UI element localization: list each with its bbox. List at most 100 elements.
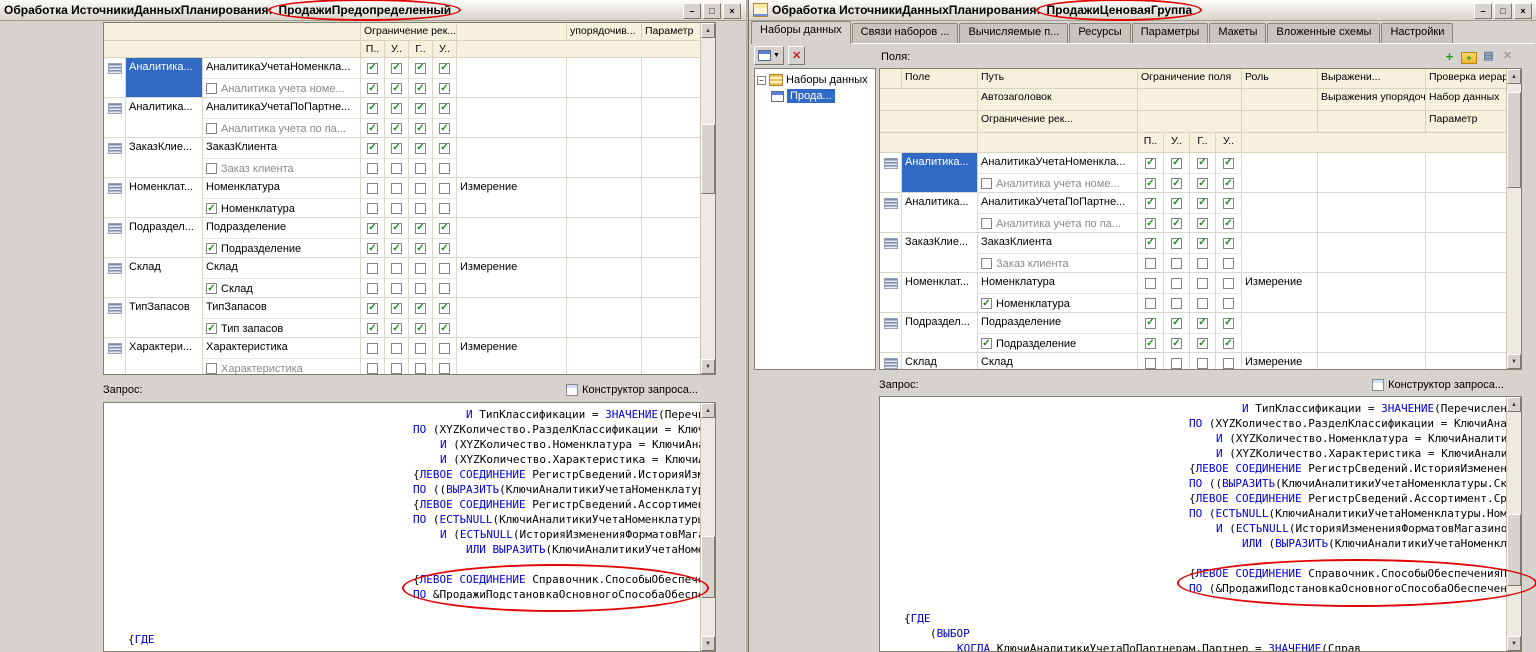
field-restriction-checkbox[interactable]: ✓	[1223, 238, 1234, 249]
field-restriction-checkbox[interactable]: ✓	[439, 223, 450, 234]
field-restriction-checkbox[interactable]	[391, 343, 402, 354]
field-restriction-checkbox[interactable]	[367, 263, 378, 274]
field-name-cell[interactable]: Склад	[126, 258, 203, 297]
tab-4[interactable]: Ресурсы	[1069, 23, 1130, 43]
add-icon[interactable]: +	[1442, 49, 1457, 64]
scroll-down-button[interactable]: ▼	[1507, 636, 1521, 651]
field-restriction-checkbox[interactable]: ✓	[1145, 318, 1156, 329]
field-restriction-checkbox[interactable]	[1223, 358, 1234, 369]
col-header-p[interactable]: П..	[1138, 133, 1164, 153]
attr-restriction-checkbox[interactable]	[1171, 258, 1182, 269]
field-marker-cell[interactable]	[880, 273, 902, 312]
field-restriction-checkbox[interactable]: ✓	[367, 223, 378, 234]
scroll-track[interactable]	[701, 38, 715, 359]
field-restriction-checkbox[interactable]: ✓	[439, 63, 450, 74]
field-marker-cell[interactable]	[880, 233, 902, 272]
col-header-u1[interactable]: У..	[385, 41, 409, 58]
scroll-track[interactable]	[701, 418, 715, 636]
close-button[interactable]: ×	[723, 3, 741, 19]
tree-root-item[interactable]: − Наборы данных	[757, 72, 873, 88]
col-header-u2[interactable]: У..	[1216, 133, 1242, 153]
attr-restriction-checkbox[interactable]: ✓	[367, 243, 378, 254]
scroll-down-button[interactable]: ▼	[701, 636, 715, 651]
title-checkbox[interactable]: ✓	[206, 283, 217, 294]
tree-expander-icon[interactable]: −	[757, 76, 766, 85]
role-cell[interactable]: Измерение	[457, 178, 567, 217]
field-restriction-checkbox[interactable]	[1171, 278, 1182, 289]
title-checkbox[interactable]: ✓	[981, 338, 992, 349]
right-query-editor[interactable]: И ТипКлассификации = ЗНАЧЕНИЕ(Перечислен…	[879, 396, 1522, 652]
scroll-thumb[interactable]	[1507, 514, 1521, 586]
attr-restriction-checkbox[interactable]	[1145, 298, 1156, 309]
scroll-up-button[interactable]: ▲	[1507, 69, 1521, 84]
field-restriction-checkbox[interactable]	[1145, 358, 1156, 369]
field-marker-cell[interactable]	[880, 153, 902, 192]
field-restriction-checkbox[interactable]: ✓	[1145, 158, 1156, 169]
field-path-cell[interactable]: Подразделение✓Подразделение	[978, 313, 1138, 352]
field-restriction-checkbox[interactable]: ✓	[1171, 158, 1182, 169]
role-cell[interactable]: Измерение	[457, 258, 567, 297]
field-path-cell[interactable]: ХарактеристикаХарактеристика	[203, 338, 361, 375]
field-marker-cell[interactable]	[880, 313, 902, 352]
col-header-hierarchy[interactable]: Проверка иерархии:	[1426, 69, 1508, 89]
attr-restriction-checkbox[interactable]: ✓	[439, 323, 450, 334]
col-header-parameter[interactable]: Параметр	[642, 23, 702, 41]
field-restriction-checkbox[interactable]	[415, 263, 426, 274]
attr-restriction-checkbox[interactable]	[439, 203, 450, 214]
field-name-cell[interactable]: Склад	[902, 353, 978, 370]
field-restriction-checkbox[interactable]: ✓	[415, 143, 426, 154]
tab-7[interactable]: Вложенные схемы	[1267, 23, 1380, 43]
title-checkbox[interactable]	[206, 363, 217, 374]
attr-restriction-checkbox[interactable]: ✓	[415, 243, 426, 254]
field-marker-cell[interactable]	[104, 178, 126, 217]
title-checkbox[interactable]	[981, 178, 992, 189]
col-header-path[interactable]: Путь	[978, 69, 1138, 89]
field-path-cell[interactable]: Подразделение✓Подразделение	[203, 218, 361, 257]
role-cell[interactable]	[457, 98, 567, 137]
field-restriction-checkbox[interactable]: ✓	[1197, 238, 1208, 249]
attr-restriction-checkbox[interactable]: ✓	[1145, 218, 1156, 229]
field-path-cell[interactable]: АналитикаУчетаПоПартне...Аналитика учета…	[978, 193, 1138, 232]
field-marker-cell[interactable]	[880, 193, 902, 232]
col-header-u1[interactable]: У..	[1164, 133, 1190, 153]
field-name-cell[interactable]: Аналитика...	[126, 58, 203, 97]
scrollbar[interactable]: ▲▼	[700, 403, 715, 651]
field-restriction-checkbox[interactable]: ✓	[391, 223, 402, 234]
field-restriction-checkbox[interactable]	[415, 183, 426, 194]
scroll-track[interactable]	[1507, 84, 1521, 354]
field-restriction-checkbox[interactable]: ✓	[367, 143, 378, 154]
field-marker-cell[interactable]	[104, 138, 126, 177]
scroll-up-button[interactable]: ▲	[701, 403, 715, 418]
title-checkbox[interactable]	[206, 163, 217, 174]
attr-restriction-checkbox[interactable]	[439, 163, 450, 174]
attr-restriction-checkbox[interactable]: ✓	[439, 123, 450, 134]
field-marker-cell[interactable]	[104, 298, 126, 337]
title-checkbox[interactable]	[981, 218, 992, 229]
add-folder-icon[interactable]: +	[1461, 52, 1477, 64]
field-restriction-checkbox[interactable]: ✓	[1145, 198, 1156, 209]
query-constructor-button[interactable]: Конструктор запроса...	[1372, 379, 1504, 391]
role-cell[interactable]: Измерение	[457, 338, 567, 375]
field-restriction-checkbox[interactable]: ✓	[1223, 158, 1234, 169]
field-restriction-checkbox[interactable]	[391, 183, 402, 194]
attr-restriction-checkbox[interactable]	[415, 283, 426, 294]
field-restriction-checkbox[interactable]: ✓	[367, 103, 378, 114]
field-restriction-checkbox[interactable]: ✓	[1223, 198, 1234, 209]
field-name-cell[interactable]: Номенклат...	[902, 273, 978, 312]
attr-restriction-checkbox[interactable]: ✓	[1223, 338, 1234, 349]
col-header-u2[interactable]: У..	[433, 41, 457, 58]
attr-restriction-checkbox[interactable]	[391, 203, 402, 214]
col-header-g[interactable]: Г..	[1190, 133, 1216, 153]
title-checkbox[interactable]: ✓	[206, 323, 217, 334]
role-cell[interactable]	[1242, 193, 1318, 232]
field-name-cell[interactable]: Номенклат...	[126, 178, 203, 217]
attr-restriction-checkbox[interactable]: ✓	[415, 323, 426, 334]
query-constructor-button[interactable]: Конструктор запроса...	[566, 384, 698, 396]
scroll-up-button[interactable]: ▲	[701, 23, 715, 38]
attr-restriction-checkbox[interactable]: ✓	[1197, 338, 1208, 349]
attr-restriction-checkbox[interactable]	[415, 203, 426, 214]
field-path-cell[interactable]: ЗаказКлиентаЗаказ клиента	[978, 233, 1138, 272]
attr-restriction-checkbox[interactable]: ✓	[415, 83, 426, 94]
field-restriction-checkbox[interactable]: ✓	[415, 63, 426, 74]
field-path-cell[interactable]: ТипЗапасов✓Тип запасов	[203, 298, 361, 337]
